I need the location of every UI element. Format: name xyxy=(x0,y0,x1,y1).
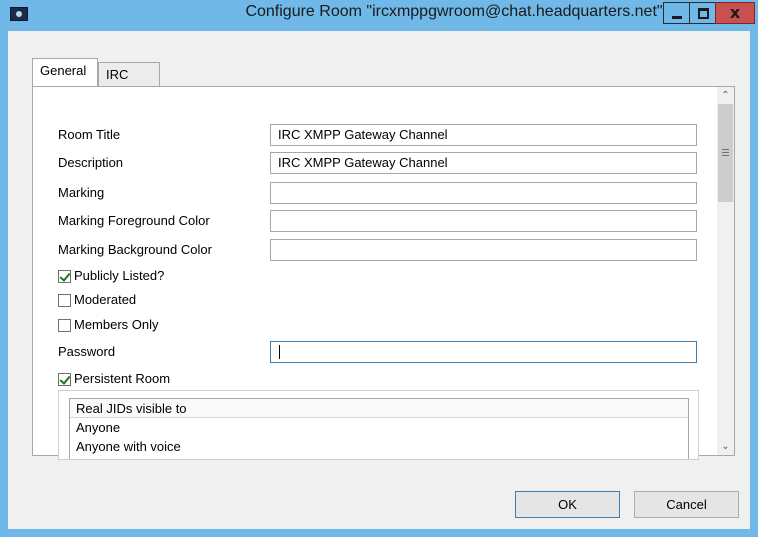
marking-foreground-color-label: Marking Foreground Color xyxy=(58,213,210,228)
list-header: Real JIDs visible to xyxy=(70,399,688,418)
publicly-listed-checkbox[interactable] xyxy=(58,270,71,283)
scroll-up-arrow-icon[interactable]: ⌃ xyxy=(717,87,734,104)
marking-foreground-color-field[interactable] xyxy=(270,210,697,232)
grip-icon xyxy=(722,149,729,156)
window-title-text: Configure Room "ircxmppgwroom@chat.headq… xyxy=(245,3,663,20)
marking-background-color-field[interactable] xyxy=(270,239,697,261)
list-item[interactable]: Anyone xyxy=(70,418,688,437)
title-bar[interactable]: Configure Room "ircxmppgwroom@chat.headq… xyxy=(0,0,758,31)
jid-visibility-group: Real JIDs visible to Anyone Anyone with … xyxy=(58,390,699,460)
password-field[interactable] xyxy=(270,341,697,363)
tab-irc[interactable]: IRC xyxy=(98,62,160,86)
window-title: Configure Room "ircxmppgwroom@chat.headq… xyxy=(0,3,758,21)
configure-room-window: Configure Room "ircxmppgwroom@chat.headq… xyxy=(0,0,758,537)
ok-button[interactable]: OK xyxy=(515,491,620,518)
tab-general[interactable]: General xyxy=(32,58,98,86)
moderated-label: Moderated xyxy=(74,292,137,307)
minimize-button[interactable] xyxy=(663,2,690,24)
general-tab-panel: Room Title IRC XMPP Gateway Channel Desc… xyxy=(32,86,735,460)
marking-field[interactable] xyxy=(270,182,697,204)
maximize-button[interactable] xyxy=(689,2,716,24)
cancel-button[interactable]: Cancel xyxy=(634,491,739,518)
moderated-checkbox[interactable] xyxy=(58,294,71,307)
scrollbar-thumb[interactable] xyxy=(718,104,733,202)
dialog-client-area: General IRC Room Title IRC XMPP Gateway … xyxy=(8,31,750,529)
persistent-room-checkbox[interactable] xyxy=(58,373,71,386)
room-title-field[interactable]: IRC XMPP Gateway Channel xyxy=(270,124,697,146)
close-button[interactable] xyxy=(715,2,755,24)
scroll-down-arrow-icon[interactable]: ⌄ xyxy=(717,438,734,455)
publicly-listed-label: Publicly Listed? xyxy=(74,268,165,283)
room-title-label: Room Title xyxy=(58,127,121,142)
marking-background-color-label: Marking Background Color xyxy=(58,242,212,257)
marking-label: Marking xyxy=(58,185,105,200)
vertical-scrollbar[interactable]: ⌃ ⌄ xyxy=(717,87,734,455)
password-label: Password xyxy=(58,344,116,359)
persistent-room-label: Persistent Room xyxy=(74,371,171,386)
description-field[interactable]: IRC XMPP Gateway Channel xyxy=(270,152,697,174)
jid-visibility-list[interactable]: Real JIDs visible to Anyone Anyone with … xyxy=(69,398,689,459)
text-caret xyxy=(279,345,280,359)
list-item[interactable]: Anyone with voice xyxy=(70,437,688,456)
description-label: Description xyxy=(58,155,124,170)
members-only-checkbox[interactable] xyxy=(58,319,71,332)
members-only-label: Members Only xyxy=(74,317,159,332)
